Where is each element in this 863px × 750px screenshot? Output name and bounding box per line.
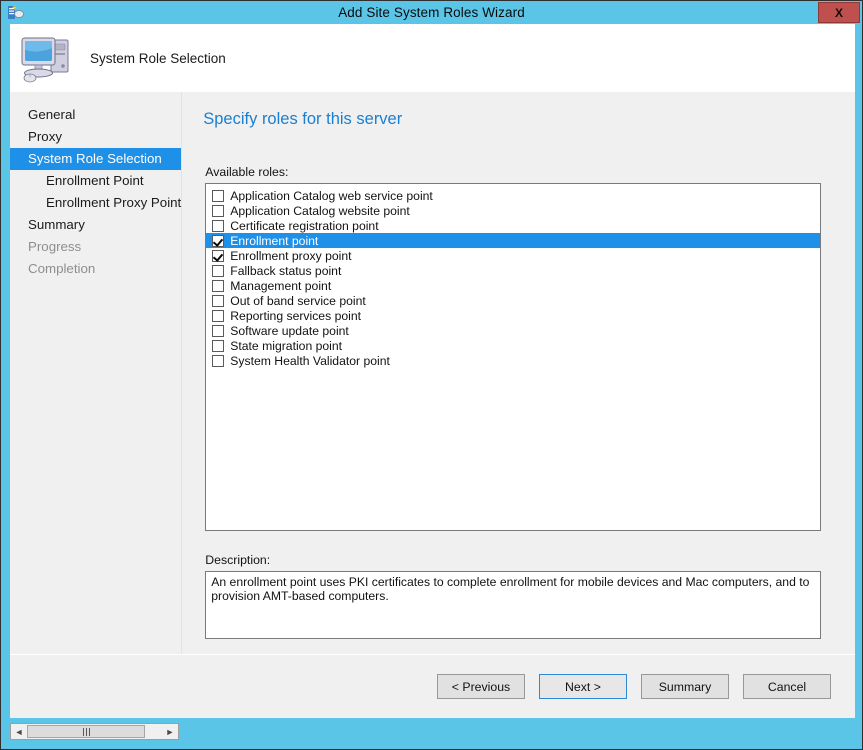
sidebar-item-completion: Completion	[28, 261, 96, 276]
list-item-label: Enrollment point	[230, 233, 319, 248]
wizard-icon	[7, 4, 24, 21]
horizontal-scrollbar[interactable]: ◄ ►	[10, 723, 179, 740]
checkbox-icon[interactable]	[212, 204, 225, 217]
list-item-label: State migration point	[230, 338, 343, 353]
description-label: Description:	[205, 553, 271, 567]
sidebar-item-enrollment-proxy-point[interactable]: Enrollment Proxy Point	[10, 192, 181, 214]
checkbox-icon[interactable]	[212, 294, 225, 307]
scroll-right-arrow-icon[interactable]: ►	[162, 724, 178, 739]
wizard-steps-sidebar: General Proxy System Role Selection Enro…	[10, 92, 183, 654]
wizard-window: Add Site System Roles Wizard X System Ro…	[0, 0, 863, 750]
list-item[interactable]: Out of band service point	[206, 293, 820, 308]
grip-icon	[82, 727, 90, 736]
scroll-left-arrow-icon[interactable]: ◄	[11, 724, 27, 739]
title-bar: Add Site System Roles Wizard X	[1, 1, 862, 24]
cancel-button[interactable]: Cancel	[743, 674, 831, 699]
list-item-label: Fallback status point	[230, 263, 342, 278]
list-item-label: Application Catalog website point	[230, 203, 410, 218]
list-item[interactable]: Management point	[206, 278, 820, 293]
sidebar-item-enrollment-point[interactable]: Enrollment Point	[10, 170, 181, 192]
computer-icon	[18, 30, 78, 86]
list-item[interactable]: Application Catalog website point	[206, 203, 820, 218]
sidebar-item-general[interactable]: General	[10, 104, 181, 126]
list-item[interactable]: Reporting services point	[206, 308, 820, 323]
previous-button[interactable]: < Previous	[437, 674, 525, 699]
checkbox-icon[interactable]	[212, 324, 225, 337]
list-item-label: System Health Validator point	[230, 353, 390, 368]
content-area: General Proxy System Role Selection Enro…	[10, 92, 855, 654]
checkbox-icon[interactable]	[212, 354, 225, 367]
list-item-label: Out of band service point	[230, 293, 366, 308]
list-item-label: Enrollment proxy point	[230, 248, 352, 263]
sidebar-item-proxy[interactable]: Proxy	[10, 126, 181, 148]
checkbox-icon[interactable]	[212, 339, 225, 352]
list-item-label: Certificate registration point	[230, 218, 379, 233]
sidebar-item-progress: Progress	[28, 239, 82, 254]
next-button[interactable]: Next >	[539, 674, 627, 699]
checkbox-checked-icon[interactable]	[212, 234, 225, 247]
footer-button-bar: < Previous Next > Summary Cancel	[10, 654, 855, 718]
list-item[interactable]: State migration point	[206, 338, 820, 353]
checkbox-icon[interactable]	[212, 309, 225, 322]
list-item-label: Application Catalog web service point	[230, 188, 433, 203]
description-box: An enrollment point uses PKI certificate…	[205, 571, 822, 639]
list-item[interactable]: Enrollment proxy point	[206, 248, 820, 263]
window-title: Add Site System Roles Wizard	[338, 5, 525, 20]
sidebar-item-system-role-selection[interactable]: System Role Selection	[10, 148, 182, 170]
available-roles-listbox[interactable]: Application Catalog web service point Ap…	[205, 183, 822, 531]
list-item-label: Reporting services point	[230, 308, 361, 323]
available-roles-label: Available roles:	[205, 165, 289, 179]
list-item[interactable]: Enrollment point	[206, 233, 821, 248]
checkbox-icon[interactable]	[212, 189, 225, 202]
checkbox-icon[interactable]	[212, 264, 225, 277]
list-item-label: Software update point	[230, 323, 349, 338]
checkbox-icon[interactable]	[212, 219, 225, 232]
page-title: Specify roles for this server	[203, 110, 403, 128]
list-item[interactable]: Certificate registration point	[206, 218, 820, 233]
list-item-label: Management point	[230, 278, 332, 293]
checkbox-icon[interactable]	[212, 279, 225, 292]
list-item[interactable]: Application Catalog web service point	[206, 188, 820, 203]
list-item[interactable]: Software update point	[206, 323, 820, 338]
window-body: System Role Selection General Proxy Syst…	[10, 24, 855, 718]
summary-button[interactable]: Summary	[641, 674, 729, 699]
scrollbar-track[interactable]	[27, 724, 162, 739]
sidebar-item-summary[interactable]: Summary	[10, 214, 181, 236]
checkbox-checked-icon[interactable]	[212, 249, 225, 262]
list-item[interactable]: System Health Validator point	[206, 353, 820, 368]
list-item[interactable]: Fallback status point	[206, 263, 820, 278]
main-panel: Specify roles for this server Available …	[182, 92, 855, 654]
wizard-header: System Role Selection	[10, 24, 855, 92]
scrollbar-thumb[interactable]	[27, 725, 145, 738]
close-button[interactable]: X	[818, 2, 860, 23]
header-title: System Role Selection	[90, 50, 226, 66]
